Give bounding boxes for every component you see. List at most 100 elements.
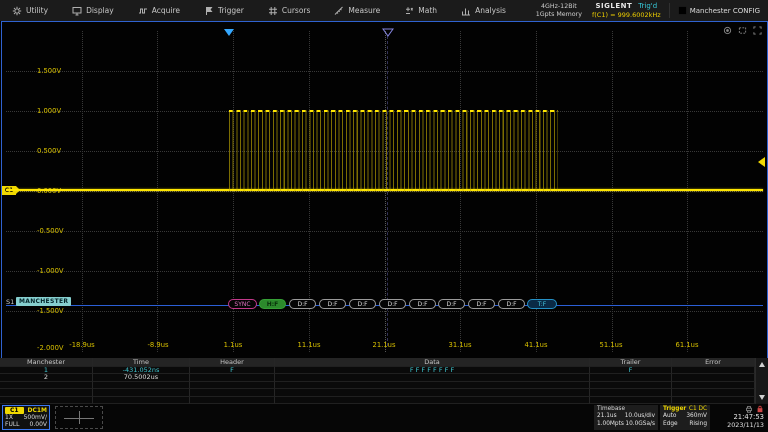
timebase-points: 1.00Mpts [597, 421, 624, 428]
bus-label: S1 [6, 298, 14, 306]
menu-math[interactable]: Math [392, 0, 449, 21]
expand-icon[interactable] [753, 26, 762, 35]
menu-label: Measure [348, 6, 380, 15]
scroll-down-icon[interactable] [759, 395, 765, 400]
analysis-icon [461, 6, 471, 16]
timebase-descriptor[interactable]: Timebase 21.1us10.0us/div 1.00Mpts10.0GS… [594, 405, 658, 430]
col-header[interactable]: Data [275, 358, 590, 367]
grid-line [6, 71, 763, 72]
measure-icon [334, 6, 344, 16]
acquire-icon [138, 6, 148, 16]
decode-bubble-data: D:F [349, 299, 376, 309]
decode-bubble-trailer: T:F [527, 299, 557, 309]
add-channel-button[interactable] [55, 406, 103, 429]
menu-label: Math [418, 6, 437, 15]
col-header[interactable]: Manchester [0, 358, 93, 367]
printer-icon[interactable] [745, 405, 753, 413]
table-row1-cell[interactable]: F [590, 367, 672, 375]
col-header[interactable]: Error [672, 358, 755, 367]
grid-line [6, 191, 763, 192]
trigger-level-marker[interactable] [758, 157, 765, 167]
menu-acquire[interactable]: Acquire [126, 0, 192, 21]
table-row2-cell[interactable] [190, 374, 275, 382]
voltage-label: -1.000V [37, 267, 64, 275]
c1-trace-burst [229, 110, 558, 191]
menu-label: Cursors [282, 6, 311, 15]
delay-position-marker[interactable] [381, 28, 395, 38]
table-row1-cell[interactable]: -431.052ns [93, 367, 190, 375]
decode-bubble-data: D:F [498, 299, 525, 309]
menu-analysis[interactable]: Analysis [449, 0, 518, 21]
lock-icon[interactable] [756, 405, 764, 413]
coupling-value: DC1M [27, 407, 47, 414]
time-label: 61.1us [676, 341, 699, 349]
decode-bubble-data: D:F [409, 299, 436, 309]
timebase-title: Timebase [597, 406, 625, 413]
decode-bubble-data: D:F [289, 299, 316, 309]
menu-trigger[interactable]: Trigger [192, 0, 256, 21]
trigger-descriptor[interactable]: TriggerC1 DC Auto360mV EdgeRising [660, 405, 710, 430]
manchester-config-button[interactable]: Manchester CONFIG [669, 3, 768, 18]
decode-bubble-data: D:F [468, 299, 495, 309]
status-area: 4GHz-12Bit 1Gpts Memory SIGLENTTrig'd f(… [536, 0, 768, 21]
table-row1-cell[interactable] [672, 367, 755, 375]
menu-measure[interactable]: Measure [322, 0, 392, 21]
table-row1-cell[interactable]: 1 [0, 367, 93, 375]
menu-label: Acquire [152, 6, 180, 15]
scale-value: 500mV/ [24, 414, 47, 421]
timebase-rate: 10.0GSa/s [625, 421, 655, 428]
trigger-level: 360mV [686, 413, 707, 420]
menu-label: Display [86, 6, 114, 15]
time-label: 11.1us [298, 341, 321, 349]
decode-bubble-data: D:F [319, 299, 346, 309]
bus-name-badge[interactable]: MANCHESTER [16, 297, 71, 306]
menu-label: Trigger [218, 6, 244, 15]
time-label: 51.1us [600, 341, 623, 349]
scope-spec: 4GHz-12Bit 1Gpts Memory [536, 3, 582, 18]
menu-display[interactable]: Display [60, 0, 126, 21]
table-row2-cell[interactable] [590, 374, 672, 382]
menu-cursors[interactable]: Cursors [256, 0, 323, 21]
col-header[interactable]: Header [190, 358, 275, 367]
menu-bar: Utility Display Acquire Trigger Cursors … [0, 0, 768, 21]
trigger-status: Trig'd [638, 2, 657, 10]
menu-utility[interactable]: Utility [0, 0, 60, 21]
channel1-descriptor[interactable]: C1DC1M 1X500mV/ FULL0.00V [2, 405, 50, 430]
time-label: 31.1us [449, 341, 472, 349]
table-row2-cell[interactable]: 2 [0, 374, 93, 382]
timebase-delay: 21.1us [597, 413, 617, 420]
display-icon [72, 6, 82, 16]
voltage-label: -1.500V [37, 307, 64, 315]
table-empty-cell [0, 382, 93, 390]
table-row2-cell[interactable] [275, 374, 590, 382]
table-row2-cell[interactable]: 70.5002us [93, 374, 190, 382]
brand-logo: SIGLENT [596, 2, 633, 10]
trigger-source: C1 DC [689, 406, 707, 413]
flag-icon [204, 6, 214, 16]
table-row2-cell[interactable] [672, 374, 755, 382]
brand-block: SIGLENTTrig'd f(C1) = 999.6002kHz [592, 2, 661, 19]
table-empty-cell [0, 389, 93, 397]
table-scrollbar[interactable] [755, 358, 768, 404]
clock-area[interactable]: 21:47:53 2023/11/13 [712, 405, 766, 430]
trigger-time-marker[interactable] [224, 29, 234, 36]
clock-time: 21:47:53 [712, 413, 764, 421]
trigger-type: Edge [663, 421, 678, 428]
table-row1-cell[interactable]: F [190, 367, 275, 375]
trigger-slope: Rising [689, 421, 707, 428]
time-label: 41.1us [525, 341, 548, 349]
decode-bubble-header: H:F [259, 299, 286, 309]
scroll-up-icon[interactable] [759, 362, 765, 367]
zoom-box-icon[interactable] [738, 26, 747, 35]
table-row1-cell[interactable]: F F F F F F F F [275, 367, 590, 375]
decode-bubble-data: D:F [379, 299, 406, 309]
time-label: -18.9us [69, 341, 94, 349]
grid-line [6, 231, 763, 232]
col-header[interactable]: Trailer [590, 358, 672, 367]
col-header[interactable]: Time [93, 358, 190, 367]
voltage-label: 0.500V [37, 147, 61, 155]
probe-value: 1X [5, 414, 13, 421]
gear-icon [12, 6, 22, 16]
voltage-label: 1.000V [37, 107, 61, 115]
record-icon[interactable] [723, 26, 732, 35]
